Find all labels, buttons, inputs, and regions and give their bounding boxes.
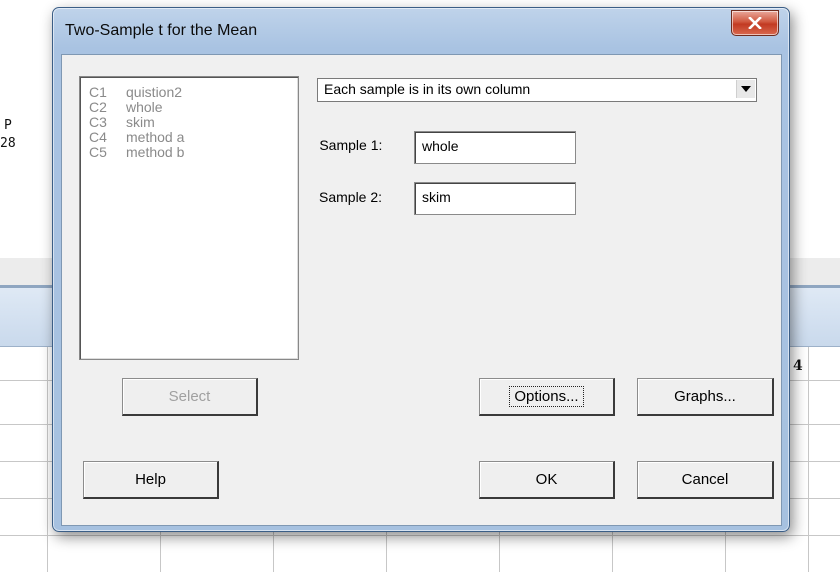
select-button[interactable]: Select [122, 378, 258, 416]
data-arrangement-select[interactable]: Each sample is in its own column [317, 78, 757, 102]
options-button-label: Options... [509, 386, 584, 407]
variable-column-id: C5 [89, 144, 107, 160]
variable-name: method b [126, 144, 185, 160]
variable-column-id: C3 [89, 114, 107, 130]
sample1-input[interactable]: whole [414, 131, 576, 164]
session-text-line: P [4, 118, 12, 133]
variable-name: method a [126, 129, 185, 145]
variable-list[interactable]: C1 quistion2 C2 whole C3 skim C4 method a C5… [79, 76, 299, 360]
list-item[interactable]: C2 whole [89, 100, 163, 115]
close-icon [748, 17, 762, 29]
sample2-input[interactable]: skim [414, 182, 576, 215]
worksheet-column-header[interactable]: 4 [793, 358, 803, 374]
data-arrangement-value: Each sample is in its own column [324, 81, 531, 97]
variable-name: quistion2 [126, 84, 183, 100]
close-button[interactable] [731, 10, 779, 36]
dialog-body: C1 quistion2 C2 whole C3 skim C4 method a C5… [61, 54, 782, 526]
sample2-label: Sample 2: [319, 189, 383, 205]
session-text-line: 28 [0, 136, 16, 151]
variable-column-id: C4 [89, 129, 107, 145]
sample2-value: skim [422, 189, 451, 205]
list-item[interactable]: C4 method a [89, 130, 184, 145]
variable-name: skim [126, 114, 155, 130]
dialog-title: Two-Sample t for the Mean [65, 22, 258, 39]
variable-column-id: C2 [89, 99, 107, 115]
variable-column-id: C1 [89, 84, 107, 100]
sample1-label: SSample 1: [319, 137, 383, 153]
ok-button[interactable]: OK [479, 461, 615, 499]
help-button[interactable]: Help [83, 461, 219, 499]
list-item[interactable]: C1 quistion2 [89, 85, 182, 100]
chevron-down-icon [741, 86, 751, 92]
sample1-value: whole [422, 138, 459, 154]
cancel-button[interactable]: Cancel [637, 461, 774, 499]
variable-name: whole [126, 99, 163, 115]
list-item[interactable]: C3 skim [89, 115, 155, 130]
list-item[interactable]: C5 method b [89, 145, 184, 160]
two-sample-t-dialog: Two-Sample t for the Mean C1 quistion2 C2… [52, 7, 790, 532]
options-button[interactable]: Options... [479, 378, 615, 416]
graphs-button[interactable]: Graphs... [637, 378, 774, 416]
dropdown-button[interactable] [736, 80, 755, 98]
